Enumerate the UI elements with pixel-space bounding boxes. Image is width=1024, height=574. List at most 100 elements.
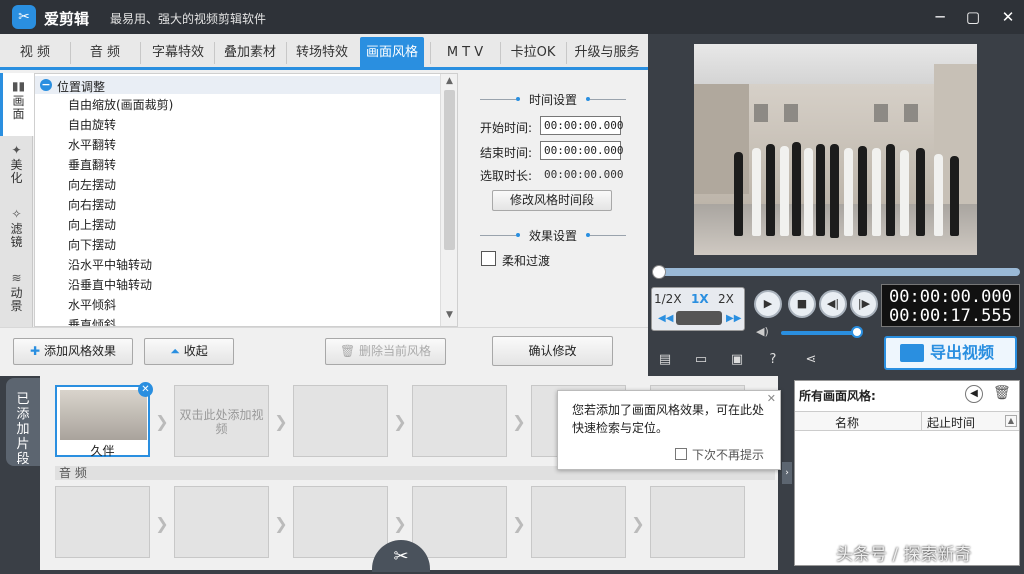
- tab-transitions[interactable]: 转场特效: [288, 37, 356, 69]
- scroll-up-icon[interactable]: ▲: [443, 76, 456, 89]
- close-icon[interactable]: ✕: [996, 6, 1020, 28]
- video-clip[interactable]: 久伴: [55, 385, 150, 458]
- add-effect-icon: ✚: [30, 344, 41, 358]
- start-time-input[interactable]: 00:00:00.000: [540, 116, 623, 135]
- share-icon[interactable]: ⋖: [801, 352, 821, 372]
- delete-style-label: 删除当前风格: [359, 344, 432, 358]
- next-frame-icon[interactable]: |▶: [850, 290, 878, 318]
- trash-icon: 🗑: [339, 344, 356, 358]
- tab-overlay[interactable]: 叠加素材: [216, 37, 284, 69]
- tree-item[interactable]: 水平倾斜: [68, 296, 116, 313]
- added-clips-label: 已添加片段: [16, 392, 30, 467]
- side-tab-beautify[interactable]: ✦ 美化: [0, 137, 33, 200]
- empty-audio-slot[interactable]: [293, 486, 388, 558]
- volume-icon[interactable]: ◀): [756, 325, 769, 338]
- added-clips-tab[interactable]: 已添加片段: [6, 378, 40, 467]
- help-icon[interactable]: ?: [763, 352, 783, 372]
- empty-audio-slot[interactable]: [174, 486, 269, 558]
- list-scroll-icon[interactable]: ▲: [1005, 415, 1017, 427]
- speed-double[interactable]: 2X: [718, 292, 734, 306]
- confirm-button[interactable]: 确认修改: [492, 336, 613, 366]
- empty-video-slot[interactable]: [293, 385, 388, 457]
- transition-arrow-icon[interactable]: ❯: [152, 412, 172, 432]
- smooth-transition-label: 柔和过渡: [502, 254, 551, 268]
- stop-icon[interactable]: ■: [788, 290, 816, 318]
- volume-slider[interactable]: [781, 326, 863, 338]
- tree-item[interactable]: 向下摆动: [68, 236, 116, 253]
- popup-close-icon[interactable]: ✕: [767, 392, 776, 405]
- tree-item[interactable]: 垂直翻转: [68, 156, 116, 173]
- current-time: 00:00:00.000: [889, 287, 1012, 307]
- tree-item[interactable]: 向右摆动: [68, 196, 116, 213]
- transition-arrow-icon[interactable]: ❯: [509, 412, 529, 432]
- tree-item[interactable]: 沿垂直中轴转动: [68, 276, 152, 293]
- back-icon[interactable]: ◀: [965, 385, 983, 403]
- collapse-button[interactable]: ⏶ 收起: [144, 338, 234, 365]
- style-list-panel: 所有画面风格: ◀ 🗑 名称 起止时间 ▲: [794, 380, 1020, 566]
- duration-value: 00:00:00.000: [544, 168, 624, 181]
- tree-group-position[interactable]: − 位置调整: [35, 76, 441, 94]
- speed-normal[interactable]: 1X: [691, 292, 709, 306]
- rewind-icon[interactable]: ◀◀: [658, 313, 673, 324]
- collapse-icon[interactable]: −: [40, 79, 52, 91]
- seek-bar[interactable]: [652, 265, 1020, 279]
- audio-arrow-icon: ❯: [393, 514, 407, 533]
- tab-upgrade[interactable]: 升级与服务: [568, 37, 646, 69]
- empty-audio-slot[interactable]: [531, 486, 626, 558]
- tab-video[interactable]: 视 频: [6, 37, 64, 69]
- export-video-button[interactable]: 导出视频: [884, 336, 1017, 370]
- jog-dial[interactable]: [676, 311, 722, 325]
- delete-icon[interactable]: 🗑: [993, 385, 1011, 401]
- video-preview[interactable]: [694, 44, 977, 255]
- speed-half[interactable]: 1/2X: [654, 292, 682, 306]
- remove-clip-icon[interactable]: ✕: [138, 382, 153, 397]
- side-tab-label: 滤镜: [10, 222, 23, 249]
- empty-audio-slot[interactable]: [55, 486, 150, 558]
- prev-frame-icon[interactable]: ◀|: [819, 290, 847, 318]
- transition-arrow-icon[interactable]: ❯: [271, 412, 291, 432]
- end-time-input[interactable]: 00:00:00.000: [540, 141, 623, 160]
- new-project-icon[interactable]: ▤: [655, 352, 675, 372]
- panel-toggle-icon[interactable]: ›: [782, 462, 792, 484]
- tree-item[interactable]: 向左摆动: [68, 176, 116, 193]
- tree-item[interactable]: 自由缩放(画面裁剪): [68, 96, 173, 113]
- side-tab-picture[interactable]: ▮▮ 画面: [0, 73, 34, 136]
- empty-video-slot[interactable]: [412, 385, 507, 457]
- tree-item[interactable]: 水平翻转: [68, 136, 116, 153]
- tree-item[interactable]: 沿水平中轴转动: [68, 256, 152, 273]
- maximize-icon[interactable]: ▢: [961, 6, 985, 28]
- dont-show-again-checkbox[interactable]: [675, 448, 687, 460]
- empty-audio-slot[interactable]: [650, 486, 745, 558]
- volume-knob[interactable]: [851, 326, 863, 338]
- tree-item[interactable]: 垂直倾斜: [68, 316, 116, 326]
- tab-karaoke[interactable]: 卡拉OK: [502, 37, 564, 69]
- modify-time-button[interactable]: 修改风格时间段: [492, 190, 612, 211]
- tab-audio[interactable]: 音 频: [76, 37, 134, 69]
- tab-picture-style[interactable]: 画面风格: [360, 37, 424, 69]
- tree-scrollbar[interactable]: ▲ ▼: [440, 74, 457, 326]
- transition-arrow-icon[interactable]: ❯: [390, 412, 410, 432]
- empty-audio-slot[interactable]: [412, 486, 507, 558]
- tree-item[interactable]: 自由旋转: [68, 116, 116, 133]
- tab-mtv[interactable]: M T V: [432, 37, 498, 69]
- smooth-transition-checkbox[interactable]: [481, 251, 496, 266]
- play-icon[interactable]: ▶: [754, 290, 782, 318]
- minimize-icon[interactable]: ─: [928, 6, 952, 28]
- scroll-down-icon[interactable]: ▼: [443, 310, 456, 323]
- main-tabs: 视 频 音 频 字幕特效 叠加素材 转场特效 画面风格 M T V 卡拉OK 升…: [0, 34, 648, 70]
- magic-icon: ✧: [11, 207, 22, 221]
- seek-knob[interactable]: [652, 265, 666, 279]
- scroll-thumb[interactable]: [444, 90, 455, 250]
- empty-video-slot[interactable]: 双击此处添加视频: [174, 385, 269, 457]
- tree-item[interactable]: 向上摆动: [68, 216, 116, 233]
- fast-forward-icon[interactable]: ▶▶: [726, 313, 741, 324]
- start-time-label: 开始时间:: [480, 121, 533, 135]
- delete-style-button[interactable]: 🗑 删除当前风格: [325, 338, 446, 365]
- side-tab-filter[interactable]: ✧ 滤镜: [0, 201, 33, 264]
- add-style-button[interactable]: ✚ 添加风格效果: [13, 338, 133, 365]
- side-tab-motion[interactable]: ≋ 动景: [0, 265, 33, 328]
- tab-subtitles[interactable]: 字幕特效: [144, 37, 212, 69]
- export-label: 导出视频: [930, 343, 995, 362]
- open-folder-icon[interactable]: ▭: [691, 352, 711, 372]
- save-icon[interactable]: ▣: [727, 352, 747, 372]
